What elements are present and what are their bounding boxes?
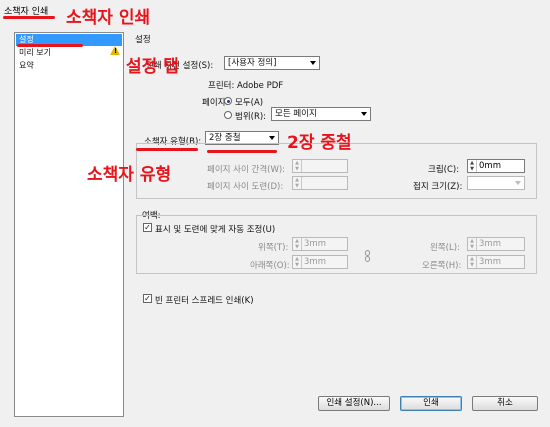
pages-range-value: 모든 페이지 [275, 109, 317, 119]
margin-bottom-value: 3mm [304, 257, 326, 267]
margin-left-value: 3mm [479, 239, 501, 249]
margin-bottom-label: 아래쪽(O): [250, 261, 290, 271]
pages-range-dropdown[interactable]: 모든 페이지 [271, 107, 371, 121]
margin-top-value: 3mm [304, 239, 326, 249]
pages-range-label: 범위(R): [235, 112, 267, 122]
chevron-down-icon [515, 181, 521, 185]
section-title: 설정 [135, 35, 151, 45]
warning-triangle-icon: ! [110, 46, 120, 55]
annotation-type-value: 2장 중철 [287, 133, 352, 153]
stepper-arrows-icon: ▲ ▼ [468, 256, 477, 268]
stepper-arrows-icon: ▲ ▼ [293, 256, 302, 268]
stepper-arrows-icon: ▲ ▼ [293, 160, 302, 172]
dialog-window: 소책자 인쇄 설정 미리 보기 요약 ! 설정 인쇄 사전 설정(S): [사용… [0, 0, 550, 427]
pages-all-label: 모두(A) [235, 98, 264, 108]
sidebar-item-summary[interactable]: 요약 [16, 60, 122, 72]
margin-right-label: 오른쪽(H): [422, 261, 462, 271]
annotation-tab-underline [17, 44, 83, 47]
margin-bottom-stepper[interactable]: ▲ ▼ 3mm [292, 255, 348, 269]
auto-adjust-checkbox[interactable]: ✓ [143, 223, 152, 232]
creep-label: 크립(C): [428, 165, 460, 175]
chevron-down-icon [310, 61, 316, 65]
printer-label: 프린터: Adobe PDF [208, 81, 284, 91]
signature-size-label: 접지 크기(Z): [413, 182, 463, 192]
blank-spreads-checkbox[interactable]: ✓ [143, 294, 152, 303]
print-button[interactable]: 인쇄 [400, 396, 462, 411]
sidebar-item-preview[interactable]: 미리 보기 [16, 47, 122, 59]
auto-adjust-label: 표시 및 도련에 맞게 자동 조정(U) [155, 225, 276, 235]
stepper-arrows-icon: ▲ ▼ [293, 238, 302, 250]
preset-dropdown[interactable]: [사용자 정의] [224, 56, 320, 70]
booklet-type-value: 2장 중철 [209, 133, 241, 143]
bleed-between-stepper[interactable]: ▲ ▼ [292, 176, 348, 190]
margin-right-stepper[interactable]: ▲ ▼ 3mm [467, 255, 525, 269]
signature-size-dropdown[interactable] [467, 176, 525, 190]
space-between-stepper[interactable]: ▲ ▼ [292, 159, 348, 173]
creep-value: 0mm [479, 161, 501, 171]
annotation-type-value-underline [207, 150, 277, 153]
annotation-title: 소책자 인쇄 [66, 8, 151, 28]
annotation-type-label: 소책자 유형 [87, 165, 172, 185]
blank-spreads-label: 빈 프린터 스프레드 인쇄(K) [155, 296, 254, 306]
stepper-arrows-icon: ▲ ▼ [293, 177, 302, 189]
pages-all-radio[interactable] [224, 97, 232, 105]
annotation-tab: 설정 탭 [126, 57, 179, 77]
print-setup-button[interactable]: 인쇄 설정(N)... [318, 396, 390, 411]
creep-stepper[interactable]: ▲ ▼ 0mm [467, 159, 525, 173]
stepper-arrows-icon: ▲ ▼ [468, 160, 477, 172]
margin-left-stepper[interactable]: ▲ ▼ 3mm [467, 237, 525, 251]
chevron-down-icon [269, 136, 275, 140]
chevron-down-icon [361, 112, 367, 116]
cancel-button[interactable]: 취소 [472, 396, 538, 411]
margin-top-label: 위쪽(T): [258, 243, 289, 253]
margin-top-stepper[interactable]: ▲ ▼ 3mm [292, 237, 348, 251]
chain-link-icon[interactable] [365, 250, 370, 262]
sidebar-list: 설정 미리 보기 요약 [14, 32, 124, 417]
annotation-title-underline [3, 16, 55, 19]
margin-left-label: 왼쪽(L): [430, 243, 460, 253]
annotation-type-label-underline [136, 148, 198, 151]
margin-right-value: 3mm [479, 257, 501, 267]
stepper-arrows-icon: ▲ ▼ [468, 238, 477, 250]
preset-value: [사용자 정의] [228, 58, 277, 68]
space-between-label: 페이지 사이 간격(W): [207, 165, 286, 175]
pages-range-radio[interactable] [224, 111, 232, 119]
bleed-between-label: 페이지 사이 도련(D): [207, 182, 284, 192]
